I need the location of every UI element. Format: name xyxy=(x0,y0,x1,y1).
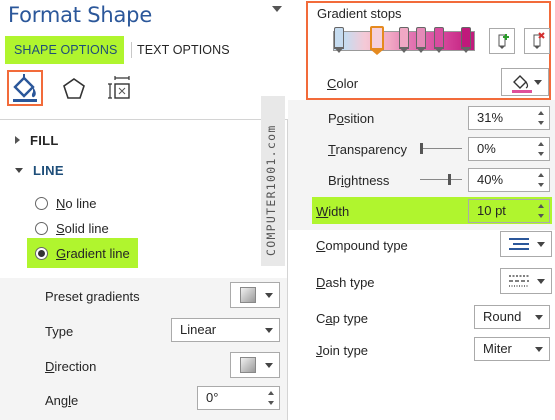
radio-gradient-line-label: Gradient line xyxy=(56,245,130,261)
collapse-caret-icon xyxy=(15,167,23,173)
cap-type-select[interactable]: Round xyxy=(474,305,550,329)
dropdown-caret-icon xyxy=(265,328,273,333)
spin-arrows-icon[interactable] xyxy=(538,203,546,219)
brightness-slider-track[interactable] xyxy=(420,179,462,180)
expand-caret-icon xyxy=(15,136,20,144)
dropdown-caret-icon xyxy=(534,80,542,85)
gradient-stop[interactable] xyxy=(416,27,426,55)
format-shape-pane-left: Format Shape SHAPE OPTIONS TEXT OPTIONS … xyxy=(0,0,300,420)
compound-lines-icon xyxy=(509,238,529,250)
brightness-label: Brightness xyxy=(328,173,390,188)
brightness-slider-thumb[interactable] xyxy=(448,174,451,185)
position-value: 31% xyxy=(477,110,504,125)
preset-gradients-label: Preset gradients xyxy=(45,289,140,304)
radio-selected-icon xyxy=(35,246,48,260)
gradient-swatch-icon xyxy=(240,287,256,303)
gradient-stops-title: Gradient stops xyxy=(317,6,402,21)
spin-arrows-icon[interactable] xyxy=(538,141,546,157)
tab-shape-options[interactable]: SHAPE OPTIONS xyxy=(5,36,124,64)
join-type-label: Join type xyxy=(316,343,369,358)
gradient-stop-selected[interactable] xyxy=(370,26,384,55)
radio-circle-icon xyxy=(35,221,48,235)
radio-no-line[interactable]: No line xyxy=(35,192,96,214)
angle-spinner[interactable]: 0° xyxy=(197,386,280,410)
tab-text-options[interactable]: TEXT OPTIONS xyxy=(137,36,230,64)
direction-button[interactable] xyxy=(230,352,280,378)
fill-line-icon[interactable] xyxy=(7,70,43,106)
transparency-value: 0% xyxy=(477,141,496,156)
radio-circle-icon xyxy=(35,196,48,210)
join-type-value: Miter xyxy=(483,341,512,356)
spin-arrows-icon[interactable] xyxy=(268,390,276,406)
spin-arrows-icon[interactable] xyxy=(538,172,546,188)
color-label: Color xyxy=(327,76,359,91)
section-fill[interactable]: FILL xyxy=(15,130,59,150)
size-layout-icon xyxy=(108,76,130,99)
join-type-select[interactable]: Miter xyxy=(474,337,550,361)
pentagon-icon xyxy=(63,78,85,99)
add-stop-icon xyxy=(498,34,509,49)
dash-lines-icon xyxy=(509,275,529,287)
tab-separator xyxy=(131,42,132,58)
transparency-spinner[interactable]: 0% xyxy=(468,137,550,161)
section-fill-label: FILL xyxy=(30,132,59,148)
direction-label: Direction xyxy=(45,359,97,374)
transparency-slider-track[interactable] xyxy=(420,148,462,149)
position-label: Position xyxy=(328,111,375,126)
radio-no-line-label: No line xyxy=(56,195,97,211)
add-gradient-stop-button[interactable] xyxy=(489,28,515,54)
cap-type-label: Cap type xyxy=(316,311,369,326)
transparency-slider-thumb[interactable] xyxy=(420,143,423,154)
width-label: Width xyxy=(316,204,350,219)
gradient-stop[interactable] xyxy=(434,27,444,55)
cap-type-value: Round xyxy=(483,309,522,324)
section-line[interactable]: LINE xyxy=(15,160,64,180)
paint-bucket-icon xyxy=(512,75,532,93)
paint-bucket-icon xyxy=(13,74,37,102)
radio-solid-line[interactable]: Solid line xyxy=(35,217,109,239)
transparency-label: Transparency xyxy=(328,142,408,157)
dropdown-caret-icon xyxy=(537,242,545,247)
compound-type-label: Compound type xyxy=(316,238,408,253)
type-value: Linear xyxy=(180,322,217,337)
dash-type-label: Dash type xyxy=(316,275,375,290)
dropdown-caret-icon xyxy=(265,293,273,298)
spin-arrows-icon[interactable] xyxy=(538,110,546,126)
direction-swatch-icon xyxy=(240,357,256,373)
pane-title: Format Shape xyxy=(8,3,153,27)
watermark: COMPUTER1001.com xyxy=(261,96,285,266)
dropdown-caret-icon xyxy=(535,315,543,320)
dash-type-button[interactable] xyxy=(500,268,552,294)
width-value: 10 pt xyxy=(477,203,506,218)
color-picker-button[interactable] xyxy=(501,68,549,96)
gradient-stop[interactable] xyxy=(399,27,409,55)
position-spinner[interactable]: 31% xyxy=(468,106,550,130)
section-line-label: LINE xyxy=(33,162,64,178)
effects-icon[interactable] xyxy=(56,71,92,107)
radio-gradient-line[interactable]: Gradient line xyxy=(27,238,138,268)
compound-type-button[interactable] xyxy=(500,231,552,257)
gradient-stop[interactable] xyxy=(461,27,471,55)
brightness-spinner[interactable]: 40% xyxy=(468,168,550,192)
divider xyxy=(0,119,288,120)
type-label: Type xyxy=(45,324,74,339)
preset-gradients-button[interactable] xyxy=(230,282,280,308)
width-spinner[interactable]: 10 pt xyxy=(468,199,550,223)
radio-solid-line-label: Solid line xyxy=(56,220,109,236)
dropdown-caret-icon xyxy=(535,347,543,352)
angle-label: Angle xyxy=(45,393,79,408)
size-properties-icon[interactable] xyxy=(104,71,140,107)
remove-gradient-stop-button[interactable] xyxy=(524,28,550,54)
dropdown-caret-icon xyxy=(265,363,273,368)
angle-value: 0° xyxy=(206,390,219,405)
type-select[interactable]: Linear xyxy=(171,318,280,342)
brightness-value: 40% xyxy=(477,172,504,187)
pane-options-caret-icon[interactable] xyxy=(272,6,282,12)
remove-stop-icon xyxy=(533,32,545,49)
dropdown-caret-icon xyxy=(537,279,545,284)
gradient-stop[interactable] xyxy=(334,27,344,55)
